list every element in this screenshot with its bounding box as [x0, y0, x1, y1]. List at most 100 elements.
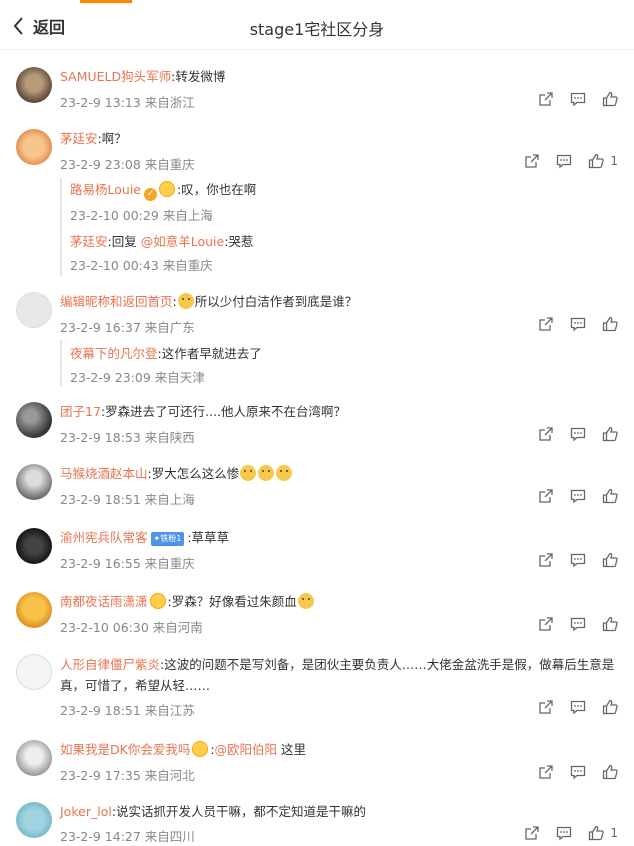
- comment-icon[interactable]: [570, 616, 586, 632]
- comment-text: :罗森？好像看过朱颜血: [167, 594, 297, 609]
- reply-text: :这作者早就进去了: [157, 346, 262, 361]
- comment-username[interactable]: 南都夜话雨潇潇: [60, 594, 148, 609]
- comment-meta: 23-2-9 23:08 来自重庆: [60, 157, 195, 172]
- like-icon[interactable]: [588, 825, 605, 841]
- comment-username[interactable]: 茅廷安: [60, 131, 98, 146]
- share-icon[interactable]: [524, 153, 540, 169]
- comment-text-line: SAMUELD狗头军师:转发微博: [60, 67, 225, 86]
- fan-level-badge: ✦铁粉1: [150, 532, 185, 546]
- reply-meta: 23-2-10 00:29 来自上海: [70, 208, 213, 223]
- comment-text-line: 编辑昵称和返回首页: 所以少付白洁作者到底是谁？: [60, 292, 357, 311]
- reply-item: 路易杨Louie ✓ :叹，你也在啊 23-2-10 00:29 来自上海: [70, 180, 256, 224]
- fan-medal-icon: [192, 741, 209, 757]
- comment-icon[interactable]: [570, 91, 586, 107]
- emoji-icon: [177, 293, 194, 309]
- avatar[interactable]: [16, 802, 52, 838]
- comment-text: :罗大怎么这么惨: [147, 466, 240, 481]
- reply-username[interactable]: 茅廷安: [70, 234, 108, 249]
- like-icon[interactable]: [602, 616, 618, 632]
- share-icon[interactable]: [538, 316, 554, 332]
- comment-item: 茅廷安:啊？ 23-2-9 23:08 来自重庆 1 路易杨Louie ✓:叹，你…: [0, 126, 634, 276]
- avatar[interactable]: [16, 592, 52, 628]
- comment-username[interactable]: 渝州宪兵队常客: [60, 530, 148, 545]
- like-icon[interactable]: [602, 426, 618, 442]
- mention-link[interactable]: @欧阳伯阳: [215, 742, 278, 757]
- like-icon[interactable]: [602, 316, 618, 332]
- comment-text-line: 南都夜话雨潇潇 :罗森？好像看过朱颜血: [60, 592, 315, 611]
- avatar[interactable]: [16, 464, 52, 500]
- share-icon[interactable]: [538, 426, 554, 442]
- reply-list: 路易杨Louie ✓ :叹，你也在啊 23-2-10 00:29 来自上海 茅廷安:…: [60, 178, 620, 276]
- comment-actions: [522, 426, 618, 442]
- share-icon[interactable]: [538, 764, 554, 780]
- like-icon[interactable]: [602, 699, 618, 715]
- comment-item: 渝州宪兵队常客 ✦铁粉1:草草草 23-2-9 16:55 来自重庆: [0, 526, 634, 576]
- header-accent-bar: [80, 0, 132, 3]
- comment-text-line: 马猴烧酒赵本山:罗大怎么这么惨: [60, 464, 293, 483]
- comment-username[interactable]: 马猴烧酒赵本山: [60, 466, 148, 481]
- comment-username[interactable]: 人形自律僵尸紫炎: [60, 657, 160, 672]
- like-icon[interactable]: [602, 91, 618, 107]
- share-icon[interactable]: [538, 552, 554, 568]
- avatar[interactable]: [16, 129, 52, 165]
- page-title: stage1宅社区分身: [249, 20, 385, 39]
- reply-item: 夜幕下的凡尔登:这作者早就进去了 23-2-9 23:09 来自天津: [70, 344, 262, 386]
- like-icon[interactable]: [588, 153, 605, 169]
- comment-text: :啊？: [97, 131, 127, 146]
- comment-meta: 23-2-9 18:51 来自上海: [60, 492, 195, 507]
- share-icon[interactable]: [538, 699, 554, 715]
- comment-actions: [522, 764, 618, 780]
- comment-username[interactable]: 编辑昵称和返回首页: [60, 294, 173, 309]
- comment-text: 这里: [277, 742, 307, 757]
- like-count: 1: [610, 826, 618, 840]
- crying-emoji-icon: [240, 465, 257, 481]
- like-icon[interactable]: [602, 764, 618, 780]
- avatar[interactable]: [16, 292, 52, 328]
- comment-icon[interactable]: [556, 825, 572, 841]
- share-icon[interactable]: [538, 488, 554, 504]
- comment-meta: 23-2-9 16:55 来自重庆: [60, 556, 195, 571]
- reply-text: :叹，你也在啊: [176, 182, 257, 197]
- comment-icon[interactable]: [556, 153, 572, 169]
- reply-username[interactable]: 夜幕下的凡尔登: [70, 346, 158, 361]
- reply-username[interactable]: 路易杨Louie: [70, 182, 141, 197]
- avatar[interactable]: [16, 67, 52, 103]
- mention-link[interactable]: @如意羊Louie: [141, 234, 224, 249]
- comment-icon[interactable]: [570, 764, 586, 780]
- verified-badge-icon: ✓: [143, 188, 157, 201]
- reply-meta: 23-2-10 00:43 来自重庆: [70, 258, 213, 273]
- comment-meta: 23-2-9 14:27 来自四川: [60, 829, 195, 844]
- comment-icon[interactable]: [570, 488, 586, 504]
- like-icon[interactable]: [602, 488, 618, 504]
- comment-icon[interactable]: [570, 699, 586, 715]
- comment-meta: 23-2-9 18:51 来自江苏: [60, 703, 195, 718]
- avatar[interactable]: [16, 740, 52, 776]
- comment-text: 所以少付白洁作者到底是谁？: [194, 294, 358, 309]
- comment-icon[interactable]: [570, 552, 586, 568]
- comment-icon[interactable]: [570, 426, 586, 442]
- crying-emoji-icon: [276, 465, 293, 481]
- share-icon[interactable]: [538, 616, 554, 632]
- reply-meta: 23-2-9 23:09 来自天津: [70, 370, 205, 385]
- like-icon[interactable]: [602, 552, 618, 568]
- emoji-icon: [297, 593, 314, 609]
- comment-actions: [522, 316, 618, 332]
- comment-meta: 23-2-9 18:53 来自陕西: [60, 430, 195, 445]
- avatar[interactable]: [16, 528, 52, 564]
- comment-text: :罗森进去了可还行....他人原来不在台湾啊？: [100, 404, 347, 419]
- comment-username[interactable]: Joker_lol: [60, 804, 112, 819]
- comment-icon[interactable]: [570, 316, 586, 332]
- comment-text-line: 渝州宪兵队常客 ✦铁粉1:草草草: [60, 528, 229, 547]
- avatar[interactable]: [16, 654, 52, 690]
- comment-actions: [522, 552, 618, 568]
- comment-username[interactable]: 团子17: [60, 404, 101, 419]
- comment-text: :草草草: [187, 530, 230, 545]
- comment-meta: 23-2-9 17:35 来自河北: [60, 768, 195, 783]
- share-icon[interactable]: [538, 91, 554, 107]
- comment-actions: 1: [508, 153, 618, 169]
- avatar[interactable]: [16, 402, 52, 438]
- comment-username[interactable]: 如果我是DK你会爱我吗: [60, 742, 190, 757]
- comment-username[interactable]: SAMUELD狗头军师: [60, 69, 171, 84]
- share-icon[interactable]: [524, 825, 540, 841]
- reply-list: 夜幕下的凡尔登:这作者早就进去了 23-2-9 23:09 来自天津: [60, 340, 620, 386]
